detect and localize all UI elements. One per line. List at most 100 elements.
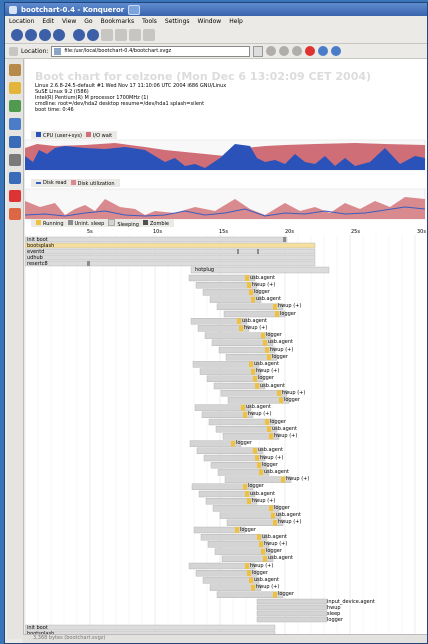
disk-legend: Disk read Disk utilization — [31, 179, 120, 187]
zombie-label: Zombie — [149, 220, 169, 227]
find-icon[interactable] — [331, 46, 342, 56]
iowait-legend-label: I/O wait — [92, 132, 113, 139]
proc-row-run-24 — [253, 447, 257, 454]
print-icon[interactable] — [143, 29, 155, 41]
info-boot-time: boot time: 0:46 — [35, 107, 74, 113]
title-bar[interactable]: bootchart-0.4 - Konqueror — [5, 3, 427, 16]
proc-row-run-44 — [273, 591, 277, 598]
proc-label-21: usb.agent — [272, 425, 297, 432]
process-legend: Running Unint. sleep Sleeping Zombie — [31, 218, 174, 228]
process-bar-4 — [25, 260, 316, 267]
proc-row-run-30 — [245, 491, 249, 497]
stop-icon[interactable] — [87, 29, 99, 41]
proc-label-36: usb.agent — [262, 533, 287, 540]
proc-label-5: logger — [280, 310, 296, 317]
proc-label-11: logger — [272, 353, 288, 360]
bookmarks-icon[interactable] — [9, 82, 21, 94]
copy-icon[interactable] — [115, 29, 127, 41]
running-swatch — [36, 219, 41, 225]
process-label-4: resertc8 — [27, 260, 48, 267]
proc-label-3: usb.agent — [256, 296, 281, 303]
proc-label-4: hwup (+) — [278, 303, 302, 310]
proc-label-40: hwup (+) — [250, 562, 274, 569]
up-icon[interactable] — [11, 29, 23, 41]
home-folder-icon[interactable] — [9, 136, 21, 148]
zoom-in-icon[interactable] — [279, 46, 290, 56]
proc-row-run-38 — [261, 548, 265, 555]
network-icon[interactable] — [9, 100, 21, 112]
status-bar: 3,368 bytes (bootchart.svgz) — [23, 634, 427, 643]
menu-help[interactable]: Help — [229, 18, 243, 25]
proc-label-17: logger — [284, 396, 300, 403]
zombie-swatch — [142, 219, 148, 225]
zoom-out-icon[interactable] — [292, 46, 303, 56]
folder-icon[interactable] — [9, 64, 21, 76]
clear-location-icon[interactable] — [9, 46, 18, 56]
location-label: Location: — [21, 47, 49, 55]
process-bar-3 — [25, 254, 316, 261]
proc-label-15: usb.agent — [260, 382, 285, 389]
menu-window[interactable]: Window — [198, 18, 222, 25]
proc-label-1: hwup (+) — [252, 281, 276, 288]
proc-row-run-5 — [275, 311, 279, 317]
cpu-legend-label: CPU (user+sys) — [43, 132, 82, 139]
hotplug-label: hotplug — [195, 266, 215, 273]
bootchart-view[interactable]: Boot chart for celzone (Mon Dec 6 13:02:… — [25, 59, 427, 635]
proc-label-33: usb.agent — [276, 512, 301, 519]
bookmark-icon[interactable] — [266, 46, 277, 56]
proc-label-42: usb.agent — [254, 576, 279, 583]
menu-go[interactable]: Go — [84, 18, 92, 25]
menu-bar: Location Edit View Go Bookmarks Tools Se… — [5, 16, 427, 27]
proc-row-run-20 — [265, 419, 269, 425]
proc-label-2: logger — [254, 288, 270, 295]
location-bar: Location: file:/usr/local/bootchart-0.4/… — [5, 44, 427, 59]
proc-row-run-26 — [257, 462, 261, 469]
window-menu-icon[interactable] — [128, 4, 141, 15]
view-mode-icon[interactable] — [318, 46, 329, 56]
menu-view[interactable]: View — [62, 18, 76, 25]
proc-row-run-31 — [247, 498, 251, 505]
late-label-3: logger — [327, 616, 343, 623]
proc-row-run-8 — [261, 332, 265, 339]
proc-row-run-39 — [263, 555, 267, 562]
proc-row-run-9 — [263, 339, 267, 346]
menu-bookmarks[interactable]: Bookmarks — [101, 18, 135, 25]
disk-read-label: Disk read — [43, 180, 67, 186]
sleeping-label: Sleeping — [117, 221, 139, 228]
proc-row-run-27 — [259, 469, 263, 476]
menu-settings[interactable]: Settings — [165, 18, 190, 25]
stop-loading-icon[interactable] — [305, 46, 316, 56]
location-dropdown[interactable] — [253, 45, 264, 57]
proc-label-43: hwup (+) — [256, 584, 280, 591]
proc-label-28: hwup (+) — [286, 476, 310, 483]
home-icon[interactable] — [53, 29, 65, 41]
unint-swatch — [67, 219, 73, 225]
proc-row-run-17 — [279, 397, 283, 404]
pin-icon[interactable] — [9, 208, 21, 220]
proc-label-9: usb.agent — [268, 339, 293, 346]
location-input[interactable]: file:/usr/local/bootchart-0.4/bootchart.… — [51, 45, 251, 57]
forward-icon[interactable] — [39, 29, 51, 41]
root-folder-icon[interactable] — [9, 172, 21, 184]
proc-label-20: logger — [270, 418, 286, 425]
paste-icon[interactable] — [129, 29, 141, 41]
system-info: Linux 2.6.8-24.5-default #1 Wed Nov 17 1… — [35, 83, 226, 113]
main-toolbar — [5, 27, 427, 44]
proc-label-31: hwup (+) — [252, 497, 276, 504]
proc-label-24: usb.agent — [258, 447, 283, 454]
menu-tools[interactable]: Tools — [142, 18, 157, 25]
konqueror-window: bootchart-0.4 - Konqueror Location Edit … — [4, 2, 428, 644]
proc-label-12: usb.agent — [254, 360, 279, 367]
reload-icon[interactable] — [73, 29, 85, 41]
iowait-swatch — [85, 131, 91, 137]
menu-location[interactable]: Location — [9, 18, 34, 25]
back-icon[interactable] — [25, 29, 37, 41]
services-icon[interactable] — [9, 154, 21, 166]
proc-row-run-32 — [269, 505, 273, 512]
history-icon[interactable] — [9, 118, 21, 130]
media-icon[interactable] — [9, 190, 21, 202]
menu-edit[interactable]: Edit — [42, 18, 54, 25]
cut-icon[interactable] — [101, 29, 113, 41]
proc-label-41: logger — [252, 569, 268, 576]
proc-row-run-4 — [273, 303, 277, 310]
